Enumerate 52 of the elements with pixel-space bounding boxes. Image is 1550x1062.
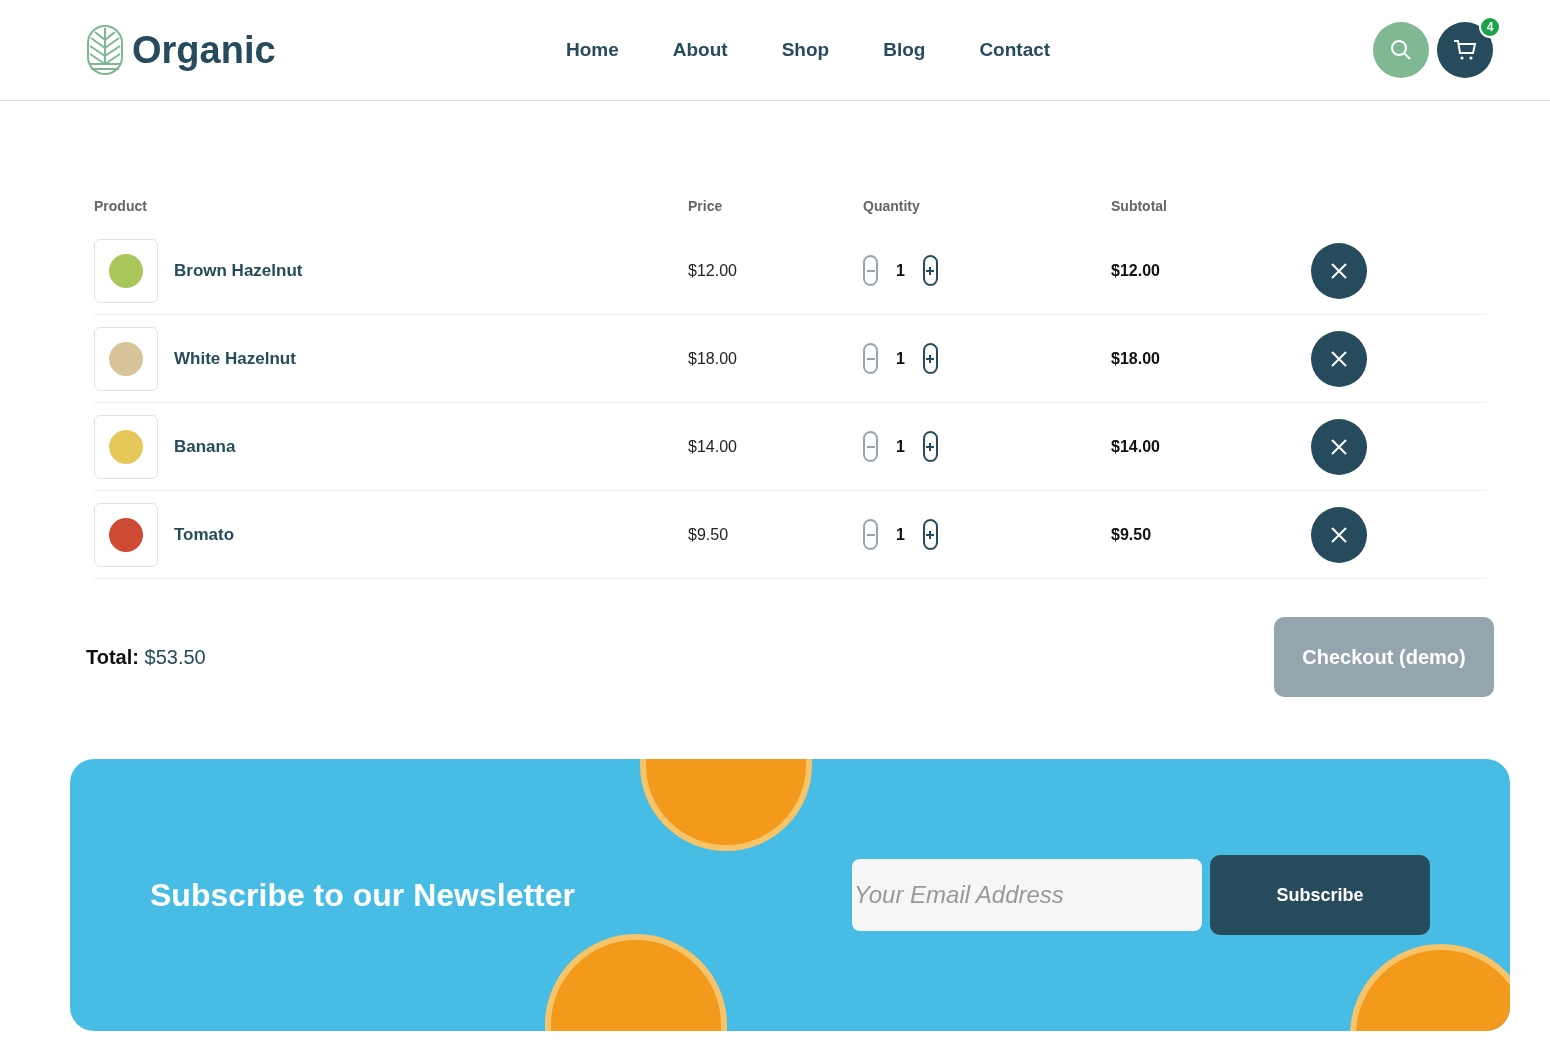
product-name[interactable]: Banana <box>174 436 236 457</box>
nav-link[interactable]: Blog <box>883 39 926 61</box>
close-icon <box>1330 525 1348 544</box>
photo-placeholder <box>109 517 143 552</box>
search-icon <box>1390 39 1412 61</box>
nav-link[interactable]: Home <box>566 39 619 61</box>
photo-placeholder <box>109 341 143 376</box>
plus-icon <box>925 353 936 364</box>
newsletter-title: Subscribe to our Newsletter <box>150 876 575 914</box>
close-icon <box>1330 437 1348 456</box>
quantity-value: 1 <box>896 437 905 456</box>
product-name[interactable]: Brown Hazelnut <box>174 260 303 281</box>
column-header: Subtotal <box>1111 198 1168 214</box>
photo-placeholder <box>109 429 143 464</box>
column-header: Product <box>94 198 148 214</box>
increase-button[interactable] <box>922 431 938 462</box>
subtotal-text: $9.50 <box>1111 525 1152 543</box>
photo-placeholder <box>109 253 143 288</box>
quantity-value: 1 <box>896 349 905 368</box>
subtotal-text: $14.00 <box>1111 437 1160 455</box>
cart-total: Total: $53.50 <box>86 645 206 669</box>
price-text: $9.50 <box>688 525 729 543</box>
quantity-value: 1 <box>896 525 905 544</box>
column-header: Price <box>688 198 724 214</box>
subscribe-button[interactable]: Subscribe <box>1210 855 1430 935</box>
close-icon <box>1330 349 1348 368</box>
remove-button[interactable] <box>1311 242 1367 299</box>
subtotal-text: $18.00 <box>1111 349 1160 367</box>
product-name[interactable]: White Hazelnut <box>174 348 296 369</box>
quantity-value: 1 <box>896 261 905 280</box>
price-text: $14.00 <box>688 437 737 455</box>
price-text: $18.00 <box>688 349 737 367</box>
subtotal-text: $12.00 <box>1111 261 1160 279</box>
plus-icon <box>925 441 936 452</box>
product-name[interactable]: Tomato <box>174 524 235 545</box>
plus-icon <box>925 265 936 276</box>
cart-icon <box>1453 39 1477 61</box>
plus-icon <box>925 529 936 540</box>
increase-button[interactable] <box>922 519 938 550</box>
price-text: $12.00 <box>688 261 737 279</box>
column-header: Quantity <box>863 198 921 214</box>
increase-button[interactable] <box>922 343 938 374</box>
logo-text[interactable]: Organic <box>132 28 276 72</box>
email-input-field[interactable]: Your Email Address <box>852 859 1202 931</box>
close-icon <box>1330 261 1348 280</box>
nav-link[interactable]: Shop <box>781 39 830 61</box>
nav-link[interactable]: About <box>672 39 728 61</box>
cart-button[interactable] <box>1437 22 1493 78</box>
nav-link[interactable]: Contact <box>979 39 1051 61</box>
cart-count-badge: 4 <box>1479 16 1501 38</box>
increase-button[interactable] <box>922 255 938 286</box>
leaf-logo-icon <box>86 24 124 76</box>
